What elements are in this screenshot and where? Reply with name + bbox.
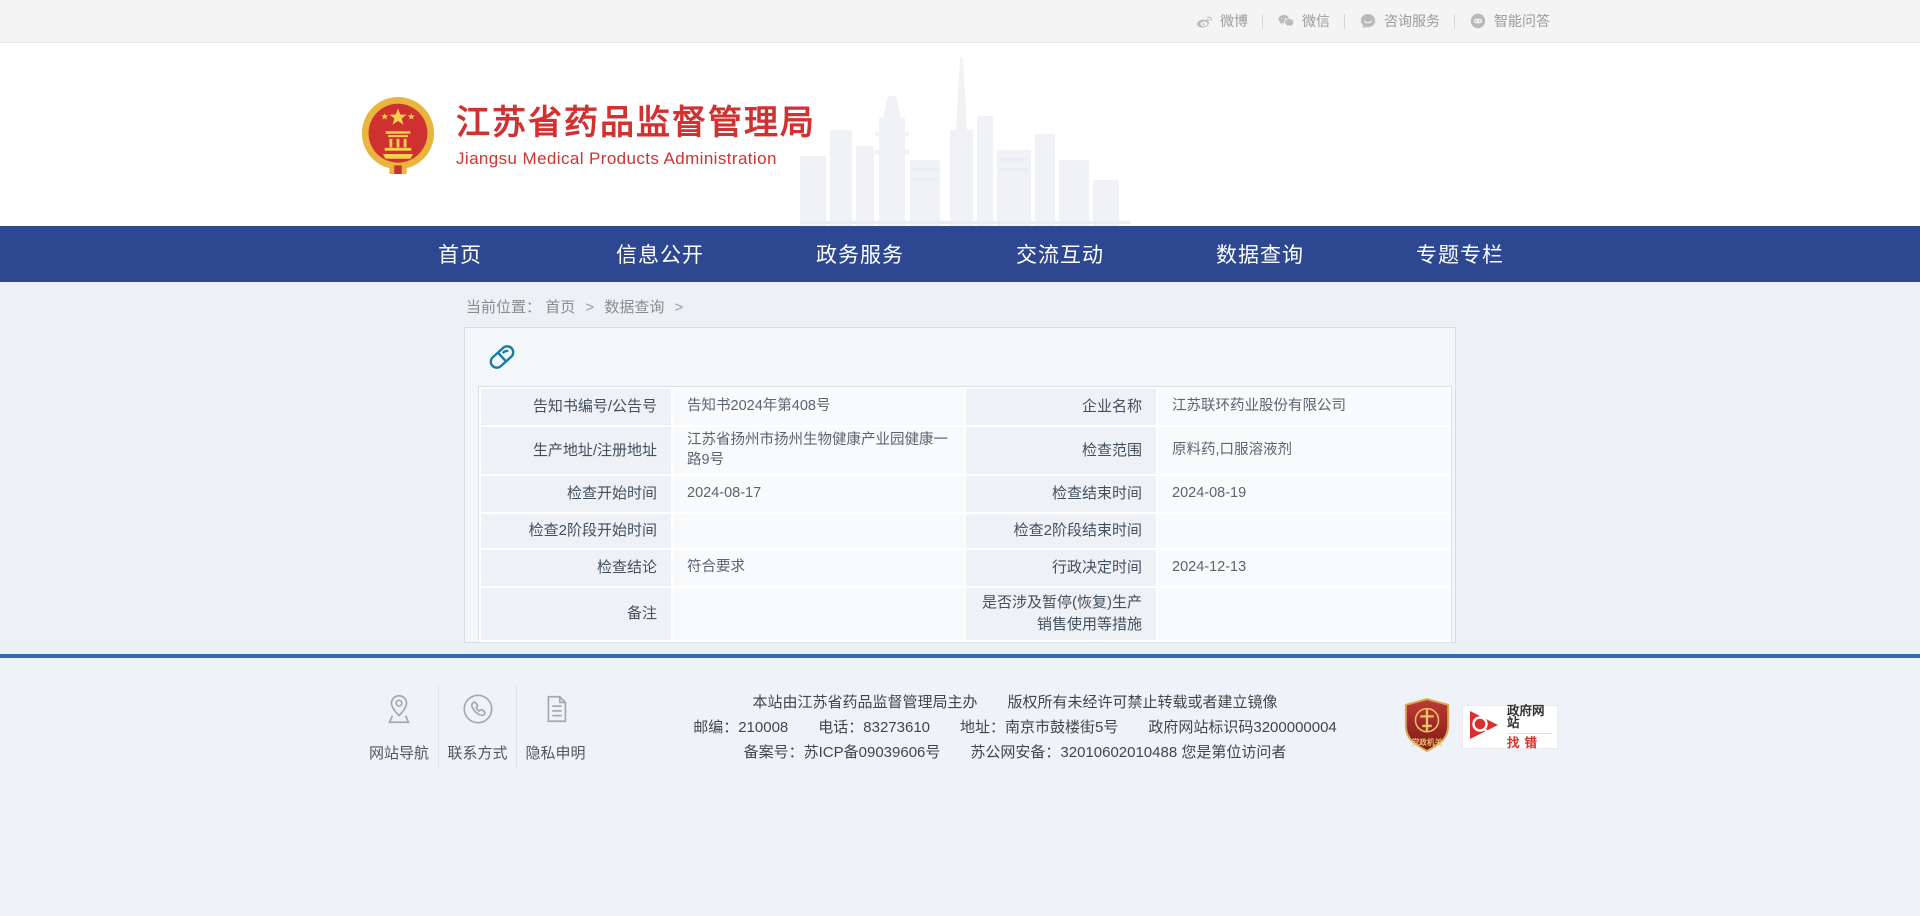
badge-find-error-action: 找错: [1507, 734, 1552, 750]
field-value: [673, 588, 964, 640]
field-label: 生产地址/注册地址: [481, 427, 671, 474]
consult-chat-icon: [1359, 12, 1377, 30]
topbar-link-label: 咨询服务: [1384, 11, 1440, 31]
footer-link-label: 网站导航: [369, 742, 429, 763]
footer-link-label: 联系方式: [447, 742, 507, 763]
nav-item-data-query[interactable]: 数据查询: [1160, 226, 1360, 282]
find-error-magnifier-icon: [1468, 707, 1502, 748]
contact-phone-icon: [461, 692, 495, 731]
field-value: 告知书2024年第408号: [673, 389, 964, 425]
svg-text:党政机关: 党政机关: [1412, 737, 1443, 747]
breadcrumb-link-home[interactable]: 首页: [545, 299, 575, 316]
field-label: 检查结论: [481, 550, 671, 586]
table-row: 检查2阶段开始时间 检查2阶段结束时间: [481, 514, 1449, 548]
footer-link-site-map[interactable]: 网站导航: [360, 686, 438, 769]
topbar-link-smart-qa[interactable]: 智能问答: [1469, 11, 1550, 31]
site-title: 江苏省药品监督管理局: [456, 103, 816, 144]
field-value: 2024-12-13: [1158, 550, 1449, 586]
breadcrumb-separator: >: [585, 299, 594, 316]
footer-link-contact[interactable]: 联系方式: [438, 686, 516, 769]
topbar: 微博 微信 咨询服务 智能问答: [0, 0, 1920, 43]
badge-find-error-title: 政府网站: [1507, 705, 1552, 734]
field-label: 告知书编号/公告号: [481, 389, 671, 425]
topbar-link-label: 微博: [1220, 11, 1248, 31]
field-value: 2024-08-17: [673, 476, 964, 512]
field-value: [673, 514, 964, 548]
breadcrumb: 当前位置： 首页 > 数据查询 >: [464, 282, 1456, 327]
wechat-icon: [1277, 12, 1295, 30]
field-label: 检查2阶段结束时间: [966, 514, 1156, 548]
nav-item-interaction[interactable]: 交流互动: [960, 226, 1160, 282]
table-row: 检查开始时间 2024-08-17 检查结束时间 2024-08-19: [481, 476, 1449, 512]
footer-link-privacy[interactable]: 隐私申明: [516, 686, 594, 769]
topbar-link-wechat[interactable]: 微信: [1277, 11, 1330, 31]
footer-quick-links: 网站导航 联系方式 隐私申明: [360, 686, 594, 769]
privacy-document-icon: [539, 692, 573, 731]
topbar-link-consult[interactable]: 咨询服务: [1359, 11, 1440, 31]
brand-logo-link[interactable]: 江苏省药品监督管理局 Jiangsu Medical Products Admi…: [360, 95, 816, 182]
site-header: 江苏省药品监督管理局 Jiangsu Medical Products Admi…: [0, 43, 1920, 226]
breadcrumb-link-data-query[interactable]: 数据查询: [604, 299, 664, 316]
site-subtitle: Jiangsu Medical Products Administration: [456, 149, 816, 169]
nav-item-gov-services[interactable]: 政务服务: [760, 226, 960, 282]
topbar-separator: [1344, 14, 1345, 29]
gov-site-find-error-badge[interactable]: 政府网站 找错: [1462, 705, 1558, 749]
city-skyline-illustration: [800, 58, 1130, 226]
table-row: 生产地址/注册地址 江苏省扬州市扬州生物健康产业园健康一路9号 检查范围 原料药…: [481, 427, 1449, 474]
topbar-link-weibo[interactable]: 微博: [1195, 11, 1248, 31]
table-row: 备注 是否涉及暂停(恢复)生产销售使用等措施: [481, 588, 1449, 640]
field-label: 企业名称: [966, 389, 1156, 425]
footer-info-line-3: 备案号：苏ICP备09039606号 苏公网安备：32010602010488 …: [628, 740, 1402, 765]
field-label: 是否涉及暂停(恢复)生产销售使用等措施: [966, 588, 1156, 640]
breadcrumb-separator: >: [675, 299, 684, 316]
breadcrumb-prefix: 当前位置：: [466, 299, 541, 316]
nav-item-home[interactable]: 首页: [360, 226, 560, 282]
topbar-separator: [1454, 14, 1455, 29]
footer-info-line-2: 邮编：210008 电话：83273610 地址：南京市鼓楼街5号 政府网站标识…: [628, 715, 1402, 740]
topbar-separator: [1262, 14, 1263, 29]
nav-item-info-disclosure[interactable]: 信息公开: [560, 226, 760, 282]
smart-qa-robot-icon: [1469, 12, 1487, 30]
field-label: 检查范围: [966, 427, 1156, 474]
field-label: 行政决定时间: [966, 550, 1156, 586]
field-value: [1158, 588, 1449, 640]
inspection-record-panel: 告知书编号/公告号 告知书2024年第408号 企业名称 江苏联环药业股份有限公…: [464, 327, 1456, 643]
field-label: 检查结束时间: [966, 476, 1156, 512]
nav-item-special-topics[interactable]: 专题专栏: [1360, 226, 1560, 282]
field-value: 江苏省扬州市扬州生物健康产业园健康一路9号: [673, 427, 964, 474]
field-value: 符合要求: [673, 550, 964, 586]
footer-info: 本站由江苏省药品监督管理局主办 版权所有未经许可禁止转载或者建立镜像 邮编：21…: [594, 690, 1402, 765]
table-row: 告知书编号/公告号 告知书2024年第408号 企业名称 江苏联环药业股份有限公…: [481, 389, 1449, 425]
capsule-pill-icon: [479, 334, 524, 379]
field-label: 检查2阶段开始时间: [481, 514, 671, 548]
footer-info-line-1: 本站由江苏省药品监督管理局主办 版权所有未经许可禁止转载或者建立镜像: [628, 690, 1402, 715]
field-value: 2024-08-19: [1158, 476, 1449, 512]
field-value: 原料药,口服溶液剂: [1158, 427, 1449, 474]
footer-badges: 党政机关 政府网站 找错: [1402, 697, 1560, 758]
table-row: 检查结论 符合要求 行政决定时间 2024-12-13: [481, 550, 1449, 586]
field-label: 备注: [481, 588, 671, 640]
content-area: 当前位置： 首页 > 数据查询 > 告知书编号/公告号: [0, 282, 1920, 654]
brand-text: 江苏省药品监督管理局 Jiangsu Medical Products Admi…: [456, 95, 816, 169]
site-footer: 网站导航 联系方式 隐私申明 本站由江苏省药品监督管理局主办 版权所有未经许可禁…: [0, 658, 1920, 916]
national-emblem-logo: [360, 95, 436, 182]
field-value: 江苏联环药业股份有限公司: [1158, 389, 1449, 425]
field-label: 检查开始时间: [481, 476, 671, 512]
inspection-detail-table: 告知书编号/公告号 告知书2024年第408号 企业名称 江苏联环药业股份有限公…: [478, 386, 1452, 643]
site-map-pin-icon: [382, 692, 416, 731]
field-value: [1158, 514, 1449, 548]
footer-link-label: 隐私申明: [525, 742, 585, 763]
main-navigation: 首页 信息公开 政务服务 交流互动 数据查询 专题专栏: [0, 226, 1920, 282]
topbar-link-label: 智能问答: [1494, 11, 1550, 31]
topbar-link-label: 微信: [1302, 11, 1330, 31]
weibo-icon: [1195, 12, 1213, 30]
party-gov-shield-badge[interactable]: 党政机关: [1402, 697, 1452, 758]
